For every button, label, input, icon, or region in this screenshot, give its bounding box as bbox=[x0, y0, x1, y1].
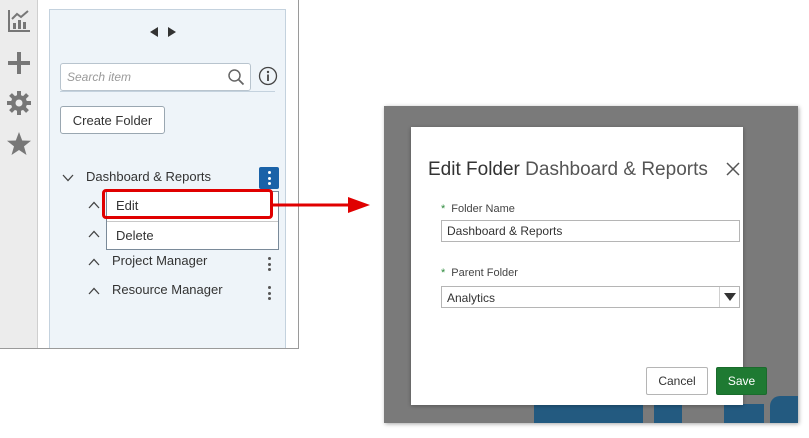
menu-item-label: Edit bbox=[116, 198, 139, 213]
folder-name-label: * Folder Name bbox=[441, 203, 515, 215]
tree-item-dashboard-reports[interactable]: Dashboard & Reports bbox=[50, 168, 287, 188]
chevron-down-icon[interactable] bbox=[62, 172, 74, 184]
search-placeholder: Search item bbox=[67, 70, 132, 84]
background-shape bbox=[534, 404, 643, 423]
folder-name-label-text: Folder Name bbox=[451, 203, 515, 215]
tree-item-label: Dashboard & Reports bbox=[86, 169, 212, 184]
parent-folder-value: Analytics bbox=[447, 291, 496, 305]
pointer-arrow-icon bbox=[272, 197, 370, 213]
search-input[interactable]: Search item bbox=[60, 63, 251, 91]
context-menu: Edit Delete bbox=[106, 191, 279, 250]
chevron-up-icon[interactable] bbox=[88, 199, 100, 211]
parent-folder-label-text: Parent Folder bbox=[451, 267, 518, 279]
create-folder-button[interactable]: Create Folder bbox=[60, 106, 165, 134]
tree-item-label: Resource Manager bbox=[112, 282, 223, 297]
modal-overlay: Edit Folder Dashboard & Reports * Folder … bbox=[384, 106, 798, 423]
dialog-subtitle: Dashboard & Reports bbox=[525, 159, 708, 180]
tree-item-resource-manager[interactable]: Resource Manager bbox=[50, 281, 287, 301]
folder-panel: Search item Create Folder Dashboard & Re… bbox=[49, 9, 286, 348]
background-shape bbox=[654, 404, 682, 423]
tree-item-label: Project Manager bbox=[112, 253, 208, 268]
background-shape bbox=[724, 404, 764, 423]
star-icon[interactable] bbox=[6, 131, 32, 157]
menu-item-edit[interactable]: Edit bbox=[107, 192, 278, 220]
chevron-up-icon[interactable] bbox=[88, 285, 100, 297]
parent-folder-label: * Parent Folder bbox=[441, 267, 518, 279]
close-icon[interactable] bbox=[726, 162, 740, 176]
arrow-right-icon[interactable] bbox=[168, 27, 176, 37]
gear-icon[interactable] bbox=[6, 90, 32, 116]
dialog-title-text: Edit Folder bbox=[428, 159, 520, 180]
caret-down-icon bbox=[724, 293, 736, 301]
tree-item-project-manager[interactable]: Project Manager bbox=[50, 252, 287, 272]
background-shape bbox=[770, 396, 798, 423]
chevron-up-icon[interactable] bbox=[88, 256, 100, 268]
search-icon[interactable] bbox=[227, 68, 245, 86]
dropdown-toggle[interactable] bbox=[719, 287, 739, 307]
chevron-up-icon[interactable] bbox=[88, 228, 100, 240]
more-options-icon[interactable] bbox=[259, 283, 279, 303]
required-marker: * bbox=[441, 267, 446, 279]
menu-item-label: Delete bbox=[116, 228, 154, 243]
app-window: Search item Create Folder Dashboard & Re… bbox=[0, 0, 299, 349]
cancel-button[interactable]: Cancel bbox=[646, 367, 708, 395]
arrow-left-icon[interactable] bbox=[150, 27, 158, 37]
menu-item-delete[interactable]: Delete bbox=[107, 222, 278, 250]
panel-collapse-toggle[interactable] bbox=[150, 24, 190, 40]
chart-icon[interactable] bbox=[6, 8, 32, 34]
plus-icon[interactable] bbox=[6, 50, 32, 76]
divider bbox=[60, 91, 275, 92]
icon-rail bbox=[0, 0, 38, 348]
parent-folder-select[interactable]: Analytics bbox=[441, 286, 740, 308]
more-options-icon[interactable] bbox=[259, 167, 279, 189]
dialog-title: Edit Folder Dashboard & Reports bbox=[428, 159, 708, 181]
save-button[interactable]: Save bbox=[716, 367, 767, 395]
required-marker: * bbox=[441, 203, 446, 215]
folder-name-field[interactable]: Dashboard & Reports bbox=[441, 220, 740, 242]
more-options-icon[interactable] bbox=[259, 254, 279, 274]
edit-folder-dialog: Edit Folder Dashboard & Reports * Folder … bbox=[411, 127, 767, 405]
info-icon[interactable] bbox=[258, 66, 278, 86]
